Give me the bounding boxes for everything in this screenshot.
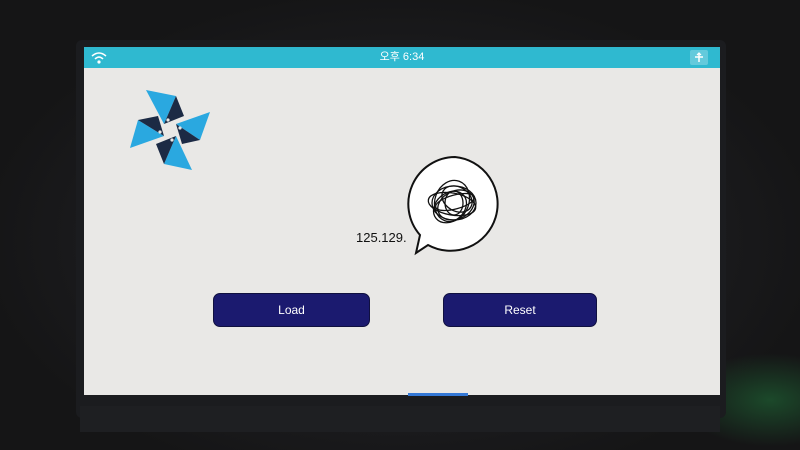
ip-address-text: 125.129.	[356, 230, 407, 245]
status-bar: 오후 6:34	[84, 47, 720, 68]
tizen-pinwheel-logo	[130, 90, 210, 170]
screen: 오후 6:34 125.129. Load Reset	[84, 47, 720, 395]
reset-button[interactable]: Reset	[443, 293, 597, 327]
redaction-scribble-bubble	[407, 155, 499, 256]
load-button[interactable]: Load	[213, 293, 370, 327]
monitor-bottom-bar	[80, 406, 720, 432]
network-icon[interactable]	[690, 50, 708, 65]
home-indicator	[408, 393, 468, 396]
status-time: 오후 6:34	[379, 51, 425, 63]
